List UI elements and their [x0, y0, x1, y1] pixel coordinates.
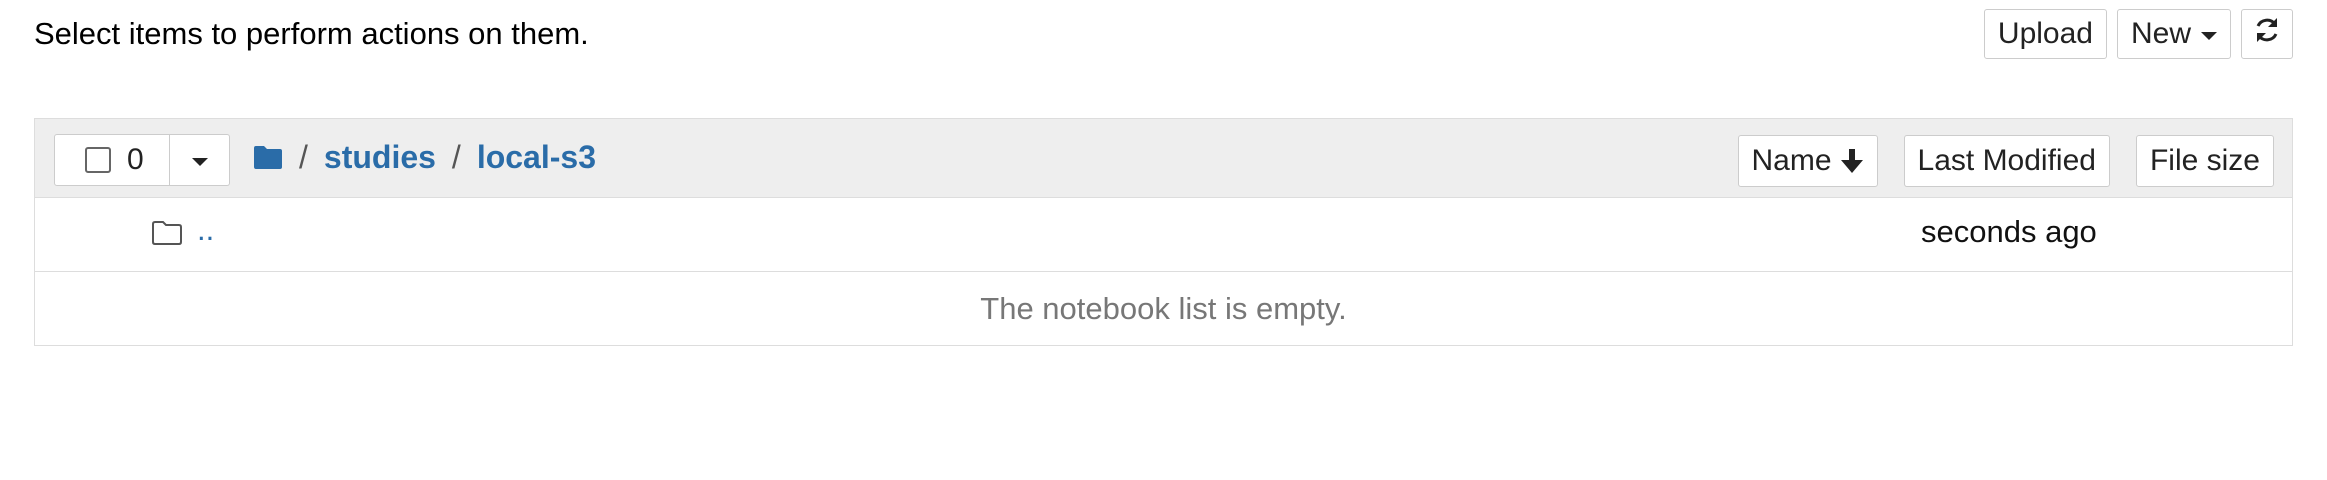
instruction-text: Select items to perform actions on them.: [34, 16, 589, 51]
refresh-icon: [2253, 16, 2281, 52]
select-menu-button[interactable]: [170, 134, 230, 186]
folder-outline-icon: [151, 220, 183, 251]
empty-list-message: The notebook list is empty.: [980, 291, 1347, 326]
breadcrumb-studies-link[interactable]: studies: [324, 135, 436, 179]
caret-down-icon: [2201, 32, 2217, 40]
upload-button-label: Upload: [1997, 17, 2093, 50]
sort-file-size-label: File size: [2149, 144, 2260, 177]
breadcrumb-separator: /: [451, 139, 461, 175]
breadcrumb: / studies / local-s3: [253, 135, 596, 179]
new-dropdown-button[interactable]: New: [2116, 9, 2231, 59]
new-button-label: New: [2130, 17, 2191, 50]
list-header: 0 / studies / local-s3 Name Last Modifie…: [35, 119, 2292, 198]
selected-count: 0: [127, 143, 144, 176]
list-item[interactable]: .. seconds ago: [35, 198, 2292, 272]
select-all-group: 0: [54, 134, 230, 186]
sort-controls: Name Last Modified File size: [1737, 135, 2274, 187]
select-all-checkbox[interactable]: [85, 147, 111, 173]
sort-last-modified-label: Last Modified: [1917, 144, 2096, 177]
sort-by-name-button[interactable]: Name: [1737, 135, 1878, 187]
notebook-list: 0 / studies / local-s3 Name Last Modifie…: [34, 118, 2293, 346]
caret-down-icon: [191, 158, 208, 166]
toolbar: Upload New: [1983, 9, 2293, 59]
parent-directory-link[interactable]: ..: [197, 212, 214, 248]
sort-by-last-modified-button[interactable]: Last Modified: [1903, 135, 2110, 187]
sort-by-file-size-button[interactable]: File size: [2135, 135, 2274, 187]
last-modified-value: seconds ago: [1921, 214, 2097, 249]
breadcrumb-local-s3-link[interactable]: local-s3: [477, 135, 596, 179]
refresh-button[interactable]: [2241, 9, 2293, 59]
select-all-checkbox-control[interactable]: 0: [54, 134, 170, 186]
sort-name-label: Name: [1751, 144, 1832, 177]
home-folder-icon[interactable]: [253, 144, 283, 170]
breadcrumb-separator: /: [299, 139, 308, 175]
upload-button[interactable]: Upload: [1983, 9, 2107, 59]
arrow-down-icon: [1840, 148, 1864, 174]
